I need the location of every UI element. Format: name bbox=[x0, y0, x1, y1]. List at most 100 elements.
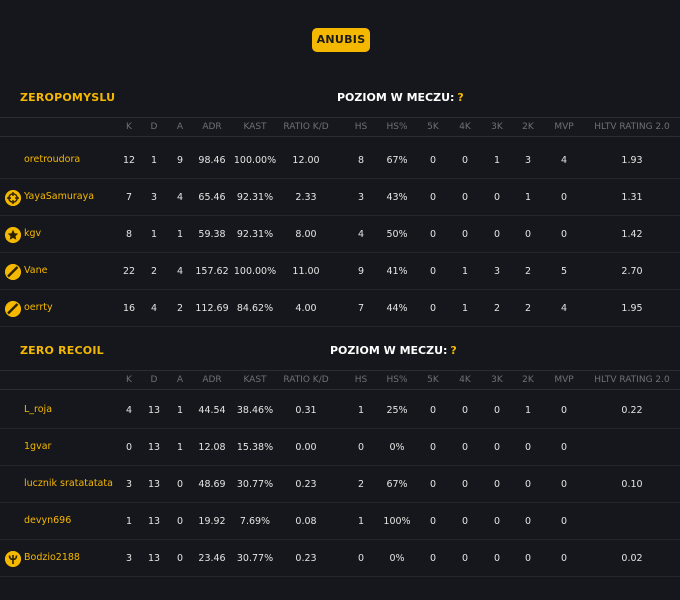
stat-cell: 7 bbox=[125, 192, 133, 203]
stat-cell: 0 bbox=[524, 229, 532, 240]
stat-cell: 2 bbox=[493, 303, 501, 314]
stat-cell: 0 bbox=[429, 192, 437, 203]
table-header: K D A ADR KAST RATIO K/D HS HS% 5K 4K 3K 2K MVP HLTV … bbox=[0, 370, 680, 390]
column-header: HS% bbox=[386, 375, 408, 385]
column-header: HLTV RATING 2.0 bbox=[594, 375, 670, 385]
stat-cell: 50% bbox=[386, 229, 408, 240]
stat-cell: 0 bbox=[461, 155, 469, 166]
stat-cell: 0.02 bbox=[621, 553, 643, 564]
player-avatar-crosshair-icon bbox=[5, 190, 21, 206]
stat-cell: 2 bbox=[524, 303, 532, 314]
team-header: ZERO RECOIL POZIOM W MECZU:? bbox=[0, 339, 680, 363]
player-name-link[interactable]: oerrty bbox=[24, 302, 53, 313]
stat-cell: 12.00 bbox=[292, 155, 320, 166]
stat-cell: 2 bbox=[150, 266, 158, 277]
stat-cell: 1 bbox=[176, 405, 184, 416]
stat-cell: 19.92 bbox=[198, 516, 226, 527]
stat-cell: 0 bbox=[429, 155, 437, 166]
stat-cell: 8 bbox=[125, 229, 133, 240]
stat-cell: 0 bbox=[125, 442, 133, 453]
stat-cell: 0 bbox=[560, 442, 568, 453]
stat-cell: 0 bbox=[461, 405, 469, 416]
player-name-link[interactable]: YayaSamuraya bbox=[24, 191, 94, 202]
player-row: Vane 22 2 4 157.62 100.00% 11.00 9 41% 0 1 3 2 5 2.70 bbox=[0, 253, 680, 290]
stat-cell: 0% bbox=[389, 553, 405, 564]
stat-cell: 0.22 bbox=[621, 405, 643, 416]
player-avatar-slash-icon bbox=[5, 264, 21, 280]
column-header: HS bbox=[354, 375, 368, 385]
player-row: YayaSamuraya 7 3 4 65.46 92.31% 2.33 3 43% 0 0 0 1 0 1… bbox=[0, 179, 680, 216]
stat-cell: 98.46 bbox=[198, 155, 226, 166]
stat-cell: 11.00 bbox=[292, 266, 320, 277]
column-header: 5K bbox=[427, 375, 439, 385]
player-name-link[interactable]: oretroudora bbox=[24, 154, 80, 165]
stat-cell: 7.69% bbox=[239, 516, 271, 527]
column-header: ADR bbox=[202, 122, 222, 132]
player-name-link[interactable]: devyn696 bbox=[24, 515, 71, 526]
stat-cell: 0 bbox=[560, 229, 568, 240]
stat-cell: 3 bbox=[524, 155, 532, 166]
player-row: lucznik sratatatata 3 13 0 48.69 30.77% 0.23 2 6… bbox=[0, 466, 680, 503]
player-avatar-trident-icon bbox=[5, 551, 21, 567]
player-row: L_roja 4 13 1 44.54 38.46% 0.31 1 25% 0 0 0 1 0 0.22 bbox=[0, 392, 680, 429]
player-name-link[interactable]: Bodzio2188 bbox=[24, 552, 80, 563]
stat-cell: 0.08 bbox=[295, 516, 317, 527]
stat-cell: 5 bbox=[560, 266, 568, 277]
player-name-link[interactable]: Vane bbox=[24, 265, 47, 276]
stat-cell: 157.62 bbox=[195, 266, 229, 277]
column-header: 3K bbox=[491, 375, 503, 385]
player-row: kgv 8 1 1 59.38 92.31% 8.00 4 50% 0 0 0 0 0 1.42 bbox=[0, 216, 680, 253]
stat-cell: 1 bbox=[493, 155, 501, 166]
stat-cell: 0 bbox=[461, 442, 469, 453]
stat-cell: 12 bbox=[122, 155, 136, 166]
team-name: ZEROPOMYSLU bbox=[20, 91, 116, 104]
player-avatar-star-icon bbox=[5, 227, 21, 243]
stat-cell: 1.95 bbox=[621, 303, 643, 314]
stat-cell: 0 bbox=[429, 442, 437, 453]
stat-cell: 100% bbox=[383, 516, 411, 527]
stat-cell: 1.93 bbox=[621, 155, 643, 166]
stat-cell: 41% bbox=[386, 266, 408, 277]
match-level-label: POZIOM W MECZU: bbox=[337, 91, 455, 104]
match-level-value: ? bbox=[457, 91, 464, 104]
map-button-anubis[interactable]: ANUBIS bbox=[312, 28, 370, 52]
player-name-link[interactable]: L_roja bbox=[24, 404, 52, 415]
stat-cell: 9 bbox=[176, 155, 184, 166]
stat-cell: 13 bbox=[147, 516, 161, 527]
stat-cell: 1 bbox=[357, 516, 365, 527]
stat-cell: 25% bbox=[386, 405, 408, 416]
column-header: 5K bbox=[427, 122, 439, 132]
player-name-link[interactable]: 1gvar bbox=[24, 441, 51, 452]
stat-cell: 2 bbox=[176, 303, 184, 314]
stat-cell: 0 bbox=[493, 192, 501, 203]
team-header: ZEROPOMYSLU POZIOM W MECZU:? bbox=[0, 86, 680, 110]
stat-cell: 0 bbox=[461, 229, 469, 240]
stat-cell: 67% bbox=[386, 155, 408, 166]
column-header: HLTV RATING 2.0 bbox=[594, 122, 670, 132]
stat-cell: 0.23 bbox=[295, 479, 317, 490]
stat-cell: 16 bbox=[122, 303, 136, 314]
stat-cell: 30.77% bbox=[236, 553, 274, 564]
stat-cell: 1 bbox=[176, 229, 184, 240]
column-header: 3K bbox=[491, 122, 503, 132]
stat-cell: 1 bbox=[357, 405, 365, 416]
stat-cell: 0 bbox=[560, 553, 568, 564]
column-header: 2K bbox=[522, 122, 534, 132]
team-name: ZERO RECOIL bbox=[20, 344, 104, 357]
stat-cell: 0 bbox=[429, 553, 437, 564]
stat-cell: 4 bbox=[357, 229, 365, 240]
stat-cell: 0 bbox=[493, 442, 501, 453]
stat-cell: 0 bbox=[357, 553, 365, 564]
player-name-link[interactable]: kgv bbox=[24, 228, 41, 239]
stat-cell: 4 bbox=[176, 266, 184, 277]
stat-cell: 2.70 bbox=[621, 266, 643, 277]
stat-cell: 13 bbox=[147, 442, 161, 453]
player-name-link[interactable]: lucznik sratatatata bbox=[24, 478, 113, 489]
player-avatar-slash-icon bbox=[5, 301, 21, 317]
stat-cell: 15.38% bbox=[236, 442, 274, 453]
stat-cell: 13 bbox=[147, 405, 161, 416]
stat-cell: 0 bbox=[429, 479, 437, 490]
stat-cell: 8.00 bbox=[295, 229, 317, 240]
stat-cell: 0 bbox=[461, 192, 469, 203]
column-header: MVP bbox=[554, 375, 574, 385]
